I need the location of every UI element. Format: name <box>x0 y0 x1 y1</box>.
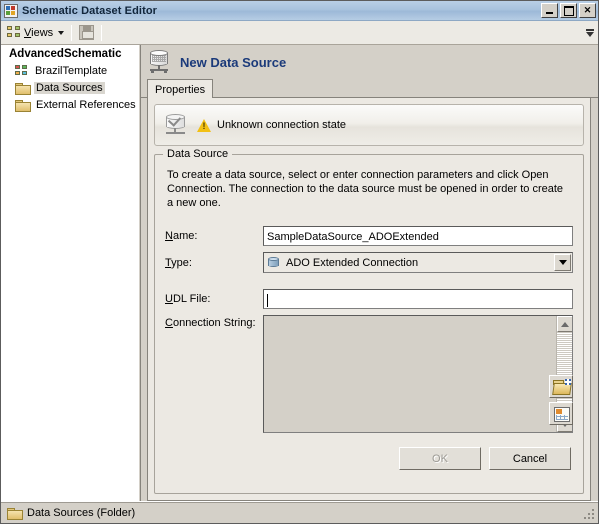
udl-file-row: UDL File: <box>165 289 573 309</box>
udl-file-label: UDL File: <box>165 293 211 305</box>
schematic-app-icon <box>4 3 18 18</box>
tree-item-label: BrazilTemplate <box>35 64 108 77</box>
connection-string-label: Connection String: <box>165 317 256 329</box>
connection-string-row: Connection String: <box>165 315 573 433</box>
type-select-value: ADO Extended Connection <box>286 256 419 269</box>
toolbar-separator <box>71 24 73 41</box>
tree-root-node[interactable]: AdvancedSchematic <box>1 47 139 62</box>
name-field[interactable]: SampleDataSource_ADOExtended <box>263 226 573 246</box>
status-bar-text: Data Sources (Folder) <box>27 506 136 519</box>
window-body: AdvancedSchematic BrazilTemplate Data So… <box>1 45 598 501</box>
tab-label: Properties <box>155 84 206 96</box>
type-row: Type: ADO Extended Connection <box>165 252 573 273</box>
warning-icon <box>197 118 211 132</box>
properties-grid-icon <box>554 407 570 422</box>
build-connection-string-button[interactable] <box>549 402 573 425</box>
tree-item-data-sources[interactable]: Data Sources <box>1 79 139 96</box>
ok-button[interactable]: OK <box>399 447 481 470</box>
folder-icon <box>7 507 23 520</box>
title-bar: Schematic Dataset Editor <box>1 1 598 21</box>
groupbox-title: Data Source <box>163 148 233 160</box>
connection-state-text: Unknown connection state <box>217 119 347 131</box>
views-icon <box>7 26 21 39</box>
save-icon <box>79 25 95 40</box>
groupbox-description: To create a data source, select or enter… <box>167 169 564 209</box>
name-label: Name: <box>165 230 198 242</box>
cancel-button[interactable]: Cancel <box>489 447 571 470</box>
content-panel: New Data Source Properties Unknown conne… <box>140 45 598 501</box>
form-spacer <box>165 279 573 289</box>
type-select[interactable]: ADO Extended Connection <box>263 252 573 273</box>
chevron-down-icon[interactable] <box>554 254 571 271</box>
tree-item-external-references[interactable]: External References <box>1 96 139 113</box>
type-label: Type: <box>165 256 192 269</box>
tree-item-label: External References <box>36 98 136 111</box>
window-controls <box>541 3 596 18</box>
tree-item-brazil-template[interactable]: BrazilTemplate <box>1 62 139 79</box>
views-button[interactable]: Views <box>4 22 67 43</box>
maximize-button[interactable] <box>560 3 577 18</box>
properties-tab-page: Unknown connection state Data Source To … <box>147 98 591 501</box>
dialog-buttons: OK Cancel <box>165 447 573 470</box>
close-button[interactable] <box>579 3 596 18</box>
save-button[interactable] <box>76 22 97 43</box>
side-button-group <box>549 375 573 425</box>
connection-state-banner: Unknown connection state <box>154 104 584 146</box>
minimize-button[interactable] <box>541 3 558 18</box>
application-window: Schematic Dataset Editor Views AdvancedS… <box>0 0 599 524</box>
data-source-icon <box>147 49 173 75</box>
scroll-up-icon[interactable] <box>557 316 572 332</box>
tab-properties[interactable]: Properties <box>147 79 214 98</box>
data-source-form: Name: SampleDataSource_ADOExtended Type:… <box>165 226 573 439</box>
folder-icon <box>15 99 31 112</box>
browse-udl-file-button[interactable] <box>549 375 573 398</box>
data-source-state-icon <box>163 112 189 138</box>
open-folder-icon <box>553 379 571 394</box>
chevron-down-icon[interactable] <box>58 30 65 35</box>
connection-type-icon <box>267 256 281 270</box>
views-label: Views <box>24 26 54 39</box>
window-title: Schematic Dataset Editor <box>22 4 158 17</box>
folder-icon <box>15 82 31 95</box>
udl-file-field[interactable] <box>263 289 573 309</box>
tab-strip: Properties <box>141 77 598 98</box>
tree-panel[interactable]: AdvancedSchematic BrazilTemplate Data So… <box>1 45 140 501</box>
cancel-button-label: Cancel <box>512 452 548 465</box>
toolbar-separator-2 <box>101 24 103 41</box>
toolbar: Views <box>1 21 598 45</box>
page-title: New Data Source <box>180 54 287 70</box>
name-field-value: SampleDataSource_ADOExtended <box>267 231 439 243</box>
tree-item-label: Data Sources <box>34 81 105 94</box>
name-row: Name: SampleDataSource_ADOExtended <box>165 226 573 246</box>
resize-grip-icon[interactable] <box>583 508 595 520</box>
connection-string-field[interactable] <box>263 315 573 433</box>
toolbar-overflow-icon[interactable] <box>584 23 596 43</box>
status-bar: Data Sources (Folder) <box>1 501 598 523</box>
document-header: New Data Source <box>141 45 598 77</box>
ok-button-label: OK <box>432 452 448 465</box>
data-source-groupbox: Data Source To create a data source, sel… <box>154 148 584 494</box>
schematic-icon <box>15 64 29 77</box>
